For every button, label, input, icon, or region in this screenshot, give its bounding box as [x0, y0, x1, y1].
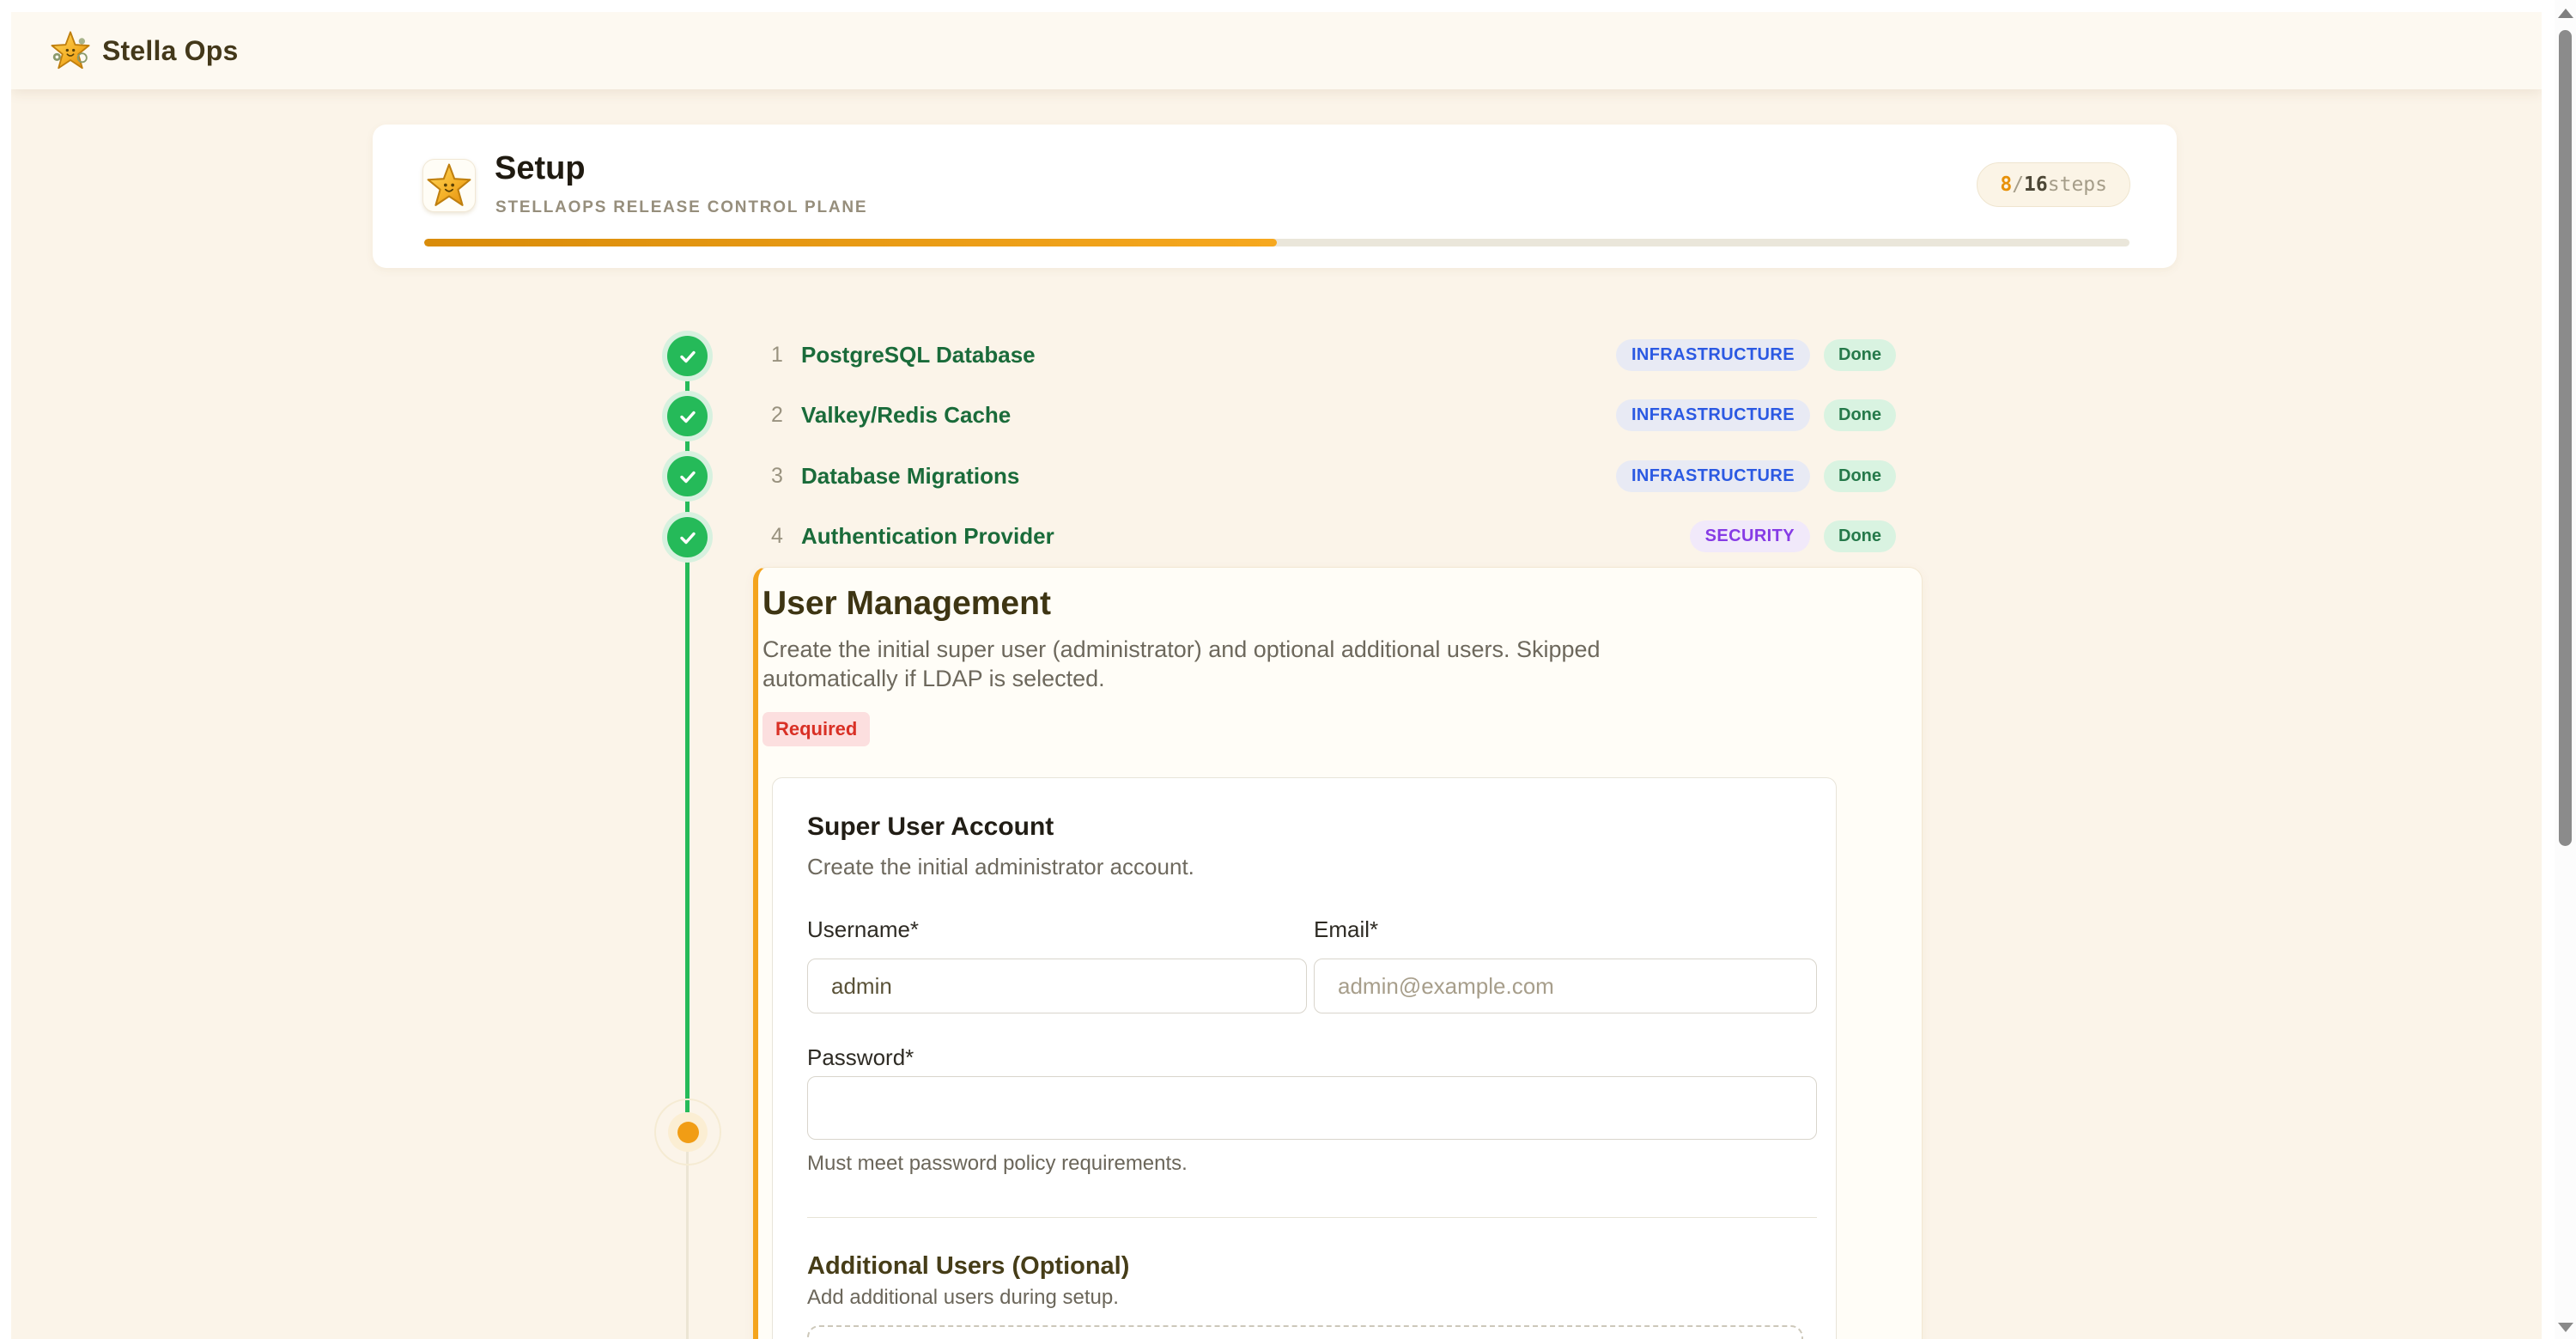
star-mascot-icon — [427, 163, 471, 208]
step-check-icon — [667, 517, 708, 557]
scrollbar[interactable] — [2555, 0, 2576, 1339]
progress-fill — [424, 239, 1277, 246]
email-label: Email* — [1314, 916, 1817, 943]
browser-viewport: Stella Ops Setup STELLAOPS RELEASE CONTR… — [0, 0, 2576, 1339]
steps-total-count: 16 — [2024, 173, 2048, 196]
step-row-db-migrations[interactable]: 3 Database Migrations INFRASTRUCTURE Don… — [764, 446, 1896, 506]
step-number: 1 — [764, 343, 790, 368]
page-subtitle: STELLAOPS RELEASE CONTROL PLANE — [495, 198, 867, 217]
step-check-icon — [667, 396, 708, 436]
add-another-user-button[interactable]: + Add Another User — [807, 1325, 1803, 1339]
steps-done-count: 8 — [2000, 173, 2012, 196]
step-row-postgresql[interactable]: 1 PostgreSQL Database INFRASTRUCTURE Don… — [764, 325, 1896, 385]
additional-users-subtitle: Add additional users during setup. — [807, 1286, 1817, 1310]
scrollbar-thumb[interactable] — [2559, 30, 2572, 846]
step-check-icon — [667, 456, 708, 496]
user-management-panel: User Management Create the initial super… — [753, 567, 1923, 1339]
step-check-icon — [667, 336, 708, 376]
page-title: Setup — [495, 150, 586, 187]
timeline-connector-todo — [686, 1152, 689, 1339]
category-badge: INFRASTRUCTURE — [1616, 460, 1810, 492]
password-label: Password* — [807, 1044, 914, 1070]
steps-suffix: steps — [2048, 173, 2107, 196]
required-badge: Required — [762, 712, 870, 746]
brand-name: Stella Ops — [102, 35, 239, 67]
section-divider — [807, 1217, 1817, 1218]
super-user-title: Super User Account — [807, 813, 1817, 842]
star-mascot-icon — [51, 31, 90, 70]
category-badge: SECURITY — [1690, 520, 1810, 552]
step-row-auth-provider[interactable]: 4 Authentication Provider SECURITY Done — [764, 506, 1896, 566]
super-user-card: Super User Account Create the initial ad… — [772, 777, 1837, 1339]
step-number: 4 — [764, 524, 790, 549]
section-title: User Management — [762, 585, 1836, 623]
current-step-dot — [677, 1122, 699, 1143]
password-field[interactable] — [807, 1076, 1817, 1140]
scrollbar-down-arrow-icon[interactable] — [2558, 1323, 2573, 1332]
email-field[interactable] — [1314, 959, 1817, 1013]
password-helper-text: Must meet password policy requirements. — [807, 1152, 1817, 1176]
steps-separator: / — [2012, 173, 2024, 196]
step-row-valkey-redis[interactable]: 2 Valkey/Redis Cache INFRASTRUCTURE Done — [764, 385, 1896, 445]
additional-users-title: Additional Users (Optional) — [807, 1252, 1817, 1281]
step-title[interactable]: Authentication Provider — [801, 523, 1054, 550]
setup-logo-tile — [422, 159, 476, 212]
super-user-subtitle: Create the initial administrator account… — [807, 854, 1817, 880]
app-header: Stella Ops — [11, 12, 2542, 89]
category-badge: INFRASTRUCTURE — [1616, 399, 1810, 431]
step-title[interactable]: PostgreSQL Database — [801, 342, 1036, 368]
status-badge: Done — [1824, 399, 1896, 431]
username-label: Username* — [807, 916, 1307, 943]
status-badge: Done — [1824, 460, 1896, 492]
steps-count-badge: 8/16 steps — [1977, 162, 2130, 207]
setup-progress-card: Setup STELLAOPS RELEASE CONTROL PLANE 8/… — [373, 125, 2177, 268]
section-description: Create the initial super user (administr… — [762, 635, 1694, 693]
setup-progress-track — [424, 239, 2129, 246]
step-number: 2 — [764, 403, 790, 428]
page-background: Stella Ops Setup STELLAOPS RELEASE CONTR… — [11, 12, 2542, 1339]
status-badge: Done — [1824, 520, 1896, 552]
category-badge: INFRASTRUCTURE — [1616, 339, 1810, 371]
step-number: 3 — [764, 464, 790, 489]
scrollbar-up-arrow-icon[interactable] — [2558, 9, 2573, 18]
step-title[interactable]: Database Migrations — [801, 463, 1019, 490]
username-field[interactable] — [807, 959, 1307, 1013]
step-title[interactable]: Valkey/Redis Cache — [801, 402, 1011, 429]
status-badge: Done — [1824, 339, 1896, 371]
